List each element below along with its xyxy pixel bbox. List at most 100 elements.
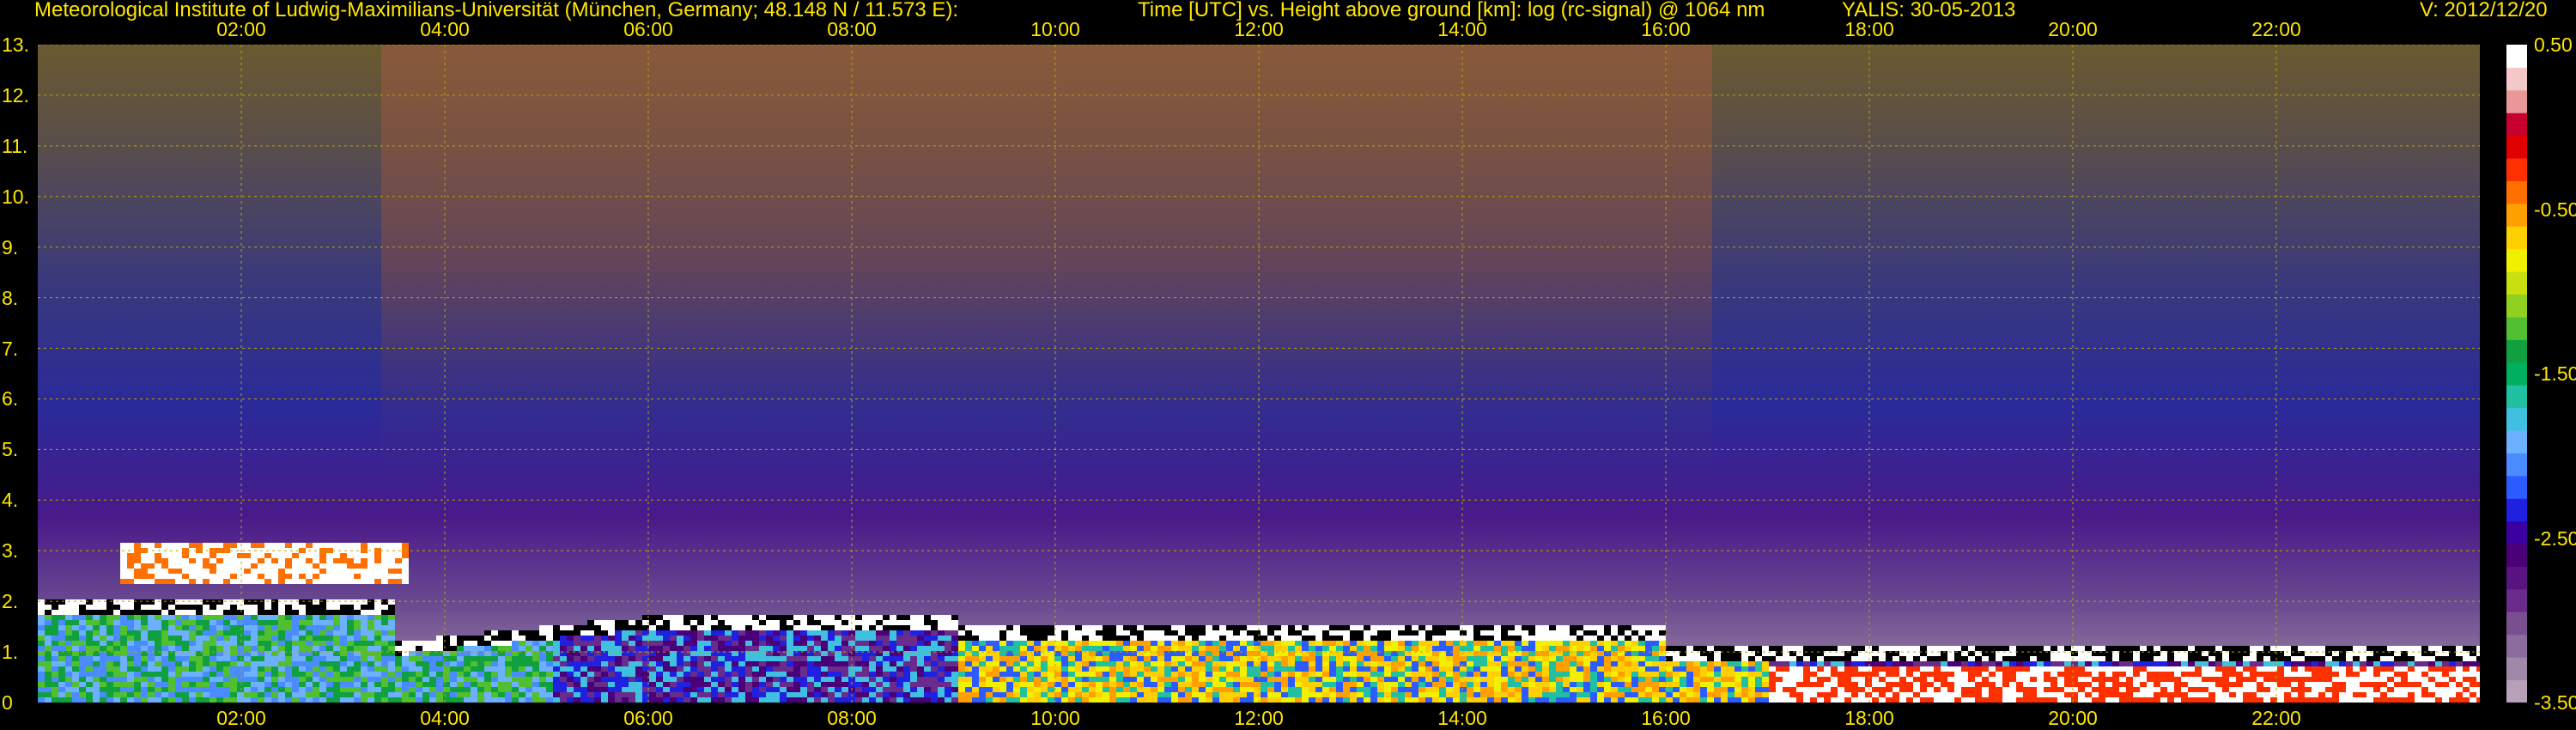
signal-cell (1659, 687, 1666, 692)
signal-cell (1941, 661, 1947, 666)
signal-cell (361, 687, 368, 692)
signal-cell (1508, 625, 1515, 630)
signal-cell (1906, 697, 1913, 703)
signal-cell (72, 615, 79, 620)
signal-cell (106, 692, 113, 697)
signal-cell (635, 682, 642, 687)
signal-cell (855, 661, 862, 666)
signal-cell (1075, 656, 1082, 661)
signal-cell (148, 605, 155, 610)
signal-cell (347, 672, 354, 677)
signal-cell (1020, 656, 1027, 661)
signal-cell (381, 672, 388, 677)
signal-cell (732, 641, 738, 646)
signal-cell (251, 558, 258, 563)
signal-cell (1460, 666, 1467, 672)
signal-cell (1439, 641, 1446, 646)
signal-cell (395, 641, 402, 646)
signal-cell (354, 615, 361, 620)
signal-cell (168, 620, 175, 625)
signal-cell (168, 677, 175, 682)
signal-cell (2085, 646, 2092, 651)
signal-cell (477, 677, 484, 682)
signal-cell (65, 646, 72, 651)
signal-cell (1027, 625, 1034, 630)
signal-cell (1735, 646, 1741, 651)
signal-cell (656, 666, 663, 672)
signal-cell (938, 697, 945, 703)
signal-cell (1212, 692, 1219, 697)
signal-cell (402, 646, 409, 651)
signal-cell (409, 656, 416, 661)
signal-cell (86, 605, 93, 610)
signal-cell (732, 625, 738, 630)
signal-cell (560, 630, 567, 636)
signal-cell (1810, 646, 1817, 651)
signal-cell (258, 687, 264, 692)
signal-cell (1542, 630, 1549, 636)
signal-cell (1446, 641, 1453, 646)
signal-cell (313, 692, 319, 697)
signal-cell (1164, 677, 1171, 682)
signal-cell (2037, 666, 2044, 672)
signal-cell (1583, 672, 1590, 677)
signal-cell (594, 697, 601, 703)
signal-cell (883, 661, 890, 666)
signal-cell (574, 625, 580, 630)
signal-cell (759, 630, 766, 636)
signal-cell (148, 563, 155, 569)
signal-cell (656, 625, 663, 630)
signal-cell (477, 692, 484, 697)
signal-cell (216, 579, 223, 584)
signal-cell (319, 672, 326, 677)
signal-cell (1350, 666, 1357, 672)
signal-cell (388, 579, 395, 584)
signal-cell (1693, 646, 1700, 651)
signal-cell (2092, 677, 2099, 682)
signal-cell (251, 661, 258, 666)
signal-cell (1061, 661, 1068, 666)
signal-cell (340, 574, 347, 579)
signal-cell (1075, 697, 1082, 703)
signal-cell (388, 656, 395, 661)
signal-cell (141, 636, 148, 641)
signal-cell (1151, 672, 1157, 677)
signal-cell (1370, 692, 1377, 697)
signal-cell (271, 620, 278, 625)
signal-cell (2085, 692, 2092, 697)
signal-cell (175, 666, 182, 672)
signal-cell (1748, 692, 1755, 697)
signal-cell (1982, 687, 1989, 692)
signal-cell (587, 677, 594, 682)
signal-cell (1267, 692, 1274, 697)
signal-cell (381, 625, 388, 630)
signal-cell (457, 677, 464, 682)
signal-cell (395, 553, 402, 558)
signal-cell (1659, 661, 1666, 666)
signal-cell (1309, 672, 1315, 677)
signal-cell (1913, 672, 1920, 677)
signal-cell (1597, 687, 1604, 692)
signal-cell (203, 646, 210, 651)
signal-cell (1467, 672, 1473, 677)
signal-cell (1556, 625, 1563, 630)
signal-cell (1693, 656, 1700, 661)
signal-cell (1645, 672, 1652, 677)
signal-cell (752, 630, 759, 636)
signal-cell (326, 692, 333, 697)
signal-cell (1267, 687, 1274, 692)
signal-cell (1254, 687, 1261, 692)
signal-cell (1357, 661, 1364, 666)
signal-cell (1130, 636, 1137, 641)
signal-cell (993, 630, 999, 636)
signal-cell (1783, 677, 1789, 682)
signal-cell (986, 692, 993, 697)
signal-cell (1769, 646, 1776, 651)
signal-cell (553, 646, 560, 651)
signal-cell (127, 620, 134, 625)
signal-cell (732, 620, 738, 625)
signal-cell (862, 692, 869, 697)
signal-cell (841, 630, 848, 636)
signal-cell (1776, 687, 1783, 692)
signal-cell (271, 661, 278, 666)
